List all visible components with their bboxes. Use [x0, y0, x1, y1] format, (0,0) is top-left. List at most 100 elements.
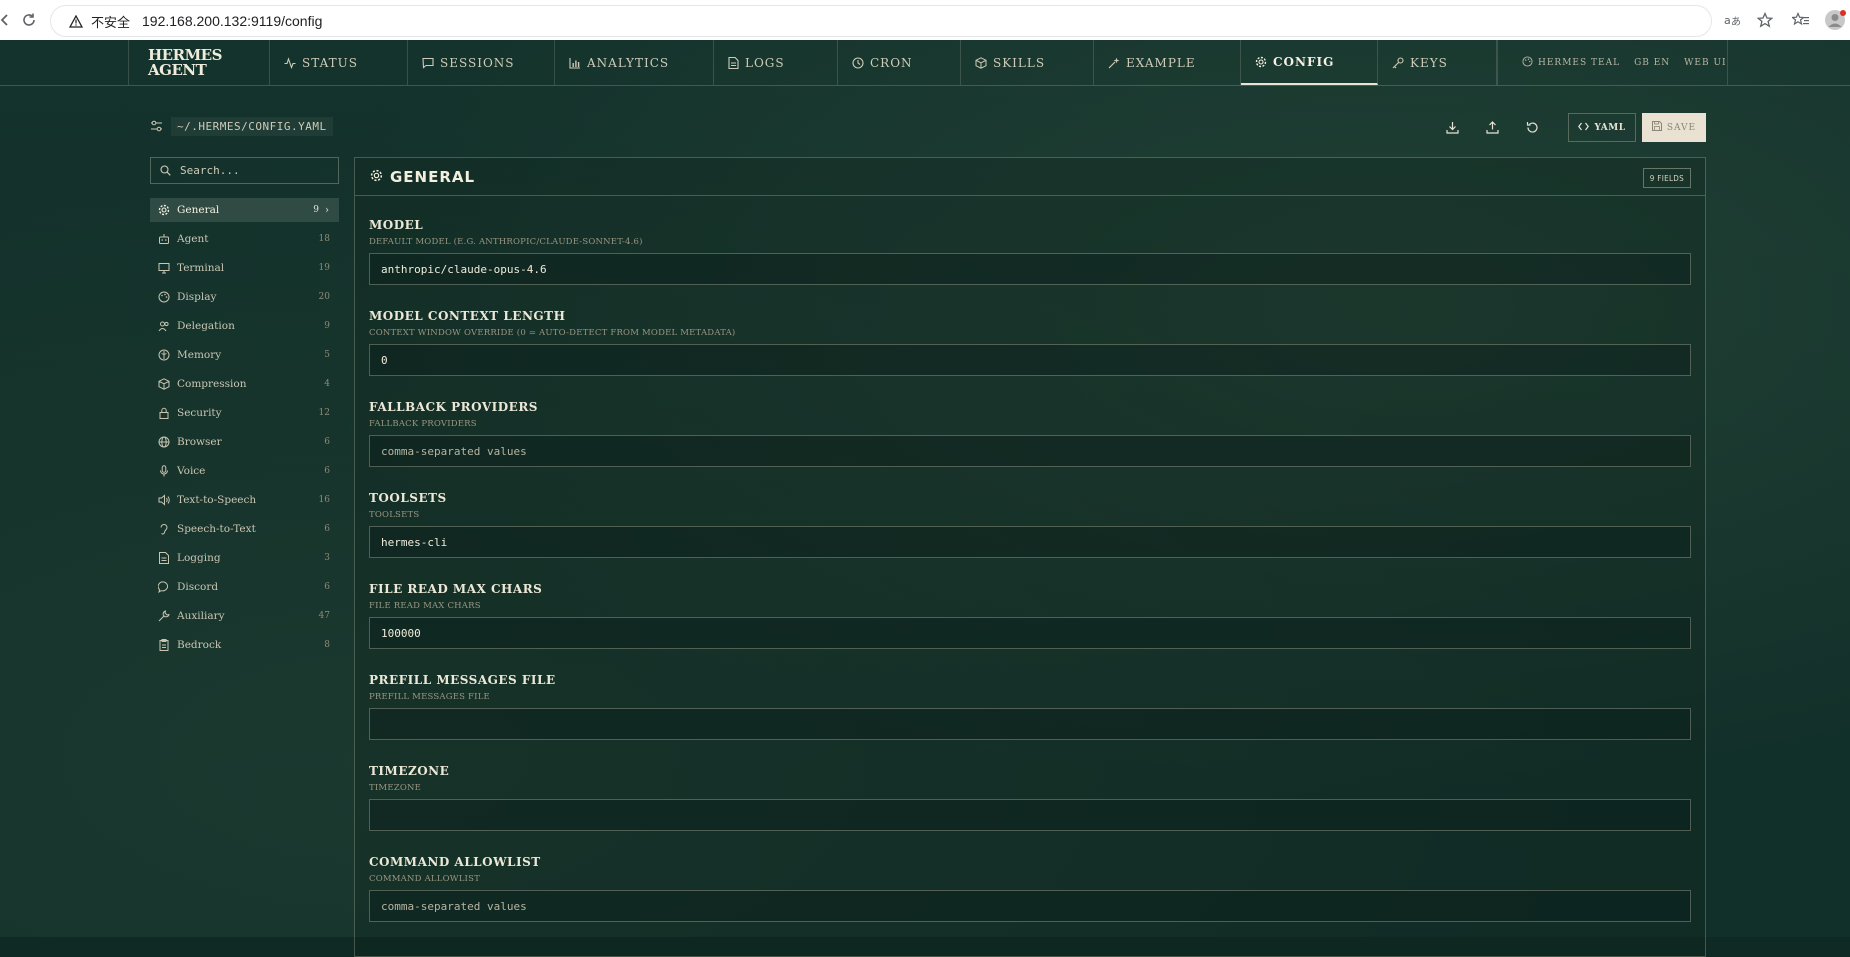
sidebar-item-count: 16 [318, 495, 330, 505]
field-input[interactable]: comma-separated values [369, 890, 1691, 922]
sliders-icon [150, 117, 163, 136]
field-title: FILE READ MAX CHARS [369, 582, 543, 596]
field-input[interactable]: anthropic/claude-opus-4.6 [369, 253, 1691, 285]
mic-icon [158, 465, 170, 477]
address-bar[interactable]: 不安全 192.168.200.132:9119/config [50, 5, 1712, 37]
key-icon [1392, 56, 1404, 69]
sidebar-item-label: Compression [177, 378, 247, 390]
field-input[interactable]: hermes-cli [369, 526, 1691, 558]
brand-logo[interactable]: HERMES AGENT [128, 40, 270, 85]
yaml-toggle-button[interactable]: YAML [1568, 113, 1636, 142]
sidebar-item-count: 9 [313, 205, 319, 215]
sidebar-item-discord[interactable]: Discord 6 [150, 575, 339, 599]
config-field-model-context-length: MODEL CONTEXT LENGTH CONTEXT WINDOW OVERR… [369, 309, 1691, 376]
message-icon [158, 581, 170, 593]
brand-line-2: AGENT [148, 60, 207, 79]
profile-avatar[interactable] [1824, 9, 1846, 31]
sidebar-item-compression[interactable]: Compression 4 [150, 372, 339, 396]
field-input[interactable]: 0 [369, 344, 1691, 376]
tab-keys[interactable]: KEYS [1378, 40, 1497, 85]
yaml-label: YAML [1594, 122, 1626, 133]
url-text[interactable]: 192.168.200.132:9119/config [142, 13, 322, 29]
field-input[interactable] [369, 708, 1691, 740]
sidebar-item-count: 19 [318, 263, 330, 273]
sidebar-item-display[interactable]: Display 20 [150, 285, 339, 309]
sidebar-item-browser[interactable]: Browser 6 [150, 430, 339, 454]
sidebar-item-count: 3 [324, 553, 330, 563]
config-path-row: ~/.HERMES/CONFIG.YAML [150, 117, 333, 136]
field-input[interactable]: comma-separated values [369, 435, 1691, 467]
language-switcher[interactable]: GB EN [1634, 58, 1670, 68]
search-box [150, 157, 339, 184]
tab-config[interactable]: CONFIG [1241, 40, 1378, 85]
reset-button[interactable] [1519, 115, 1545, 141]
tab-cron[interactable]: CRON [838, 40, 961, 85]
gear-icon [370, 167, 383, 186]
sidebar-item-label: Logging [177, 552, 221, 564]
field-description: COMMAND ALLOWLIST [369, 874, 480, 884]
sidebar-item-security[interactable]: Security 12 [150, 401, 339, 425]
sidebar-item-label: Bedrock [177, 639, 222, 651]
sidebar-item-count: 9 [324, 321, 330, 331]
download-button[interactable] [1439, 115, 1465, 141]
chevron-right-icon: › [325, 204, 329, 216]
bookmark-star-icon[interactable] [1754, 9, 1776, 31]
globe-icon [158, 436, 170, 448]
svg-text:あ: あ [1731, 16, 1741, 27]
sidebar-item-speech-to-text[interactable]: Speech-to-Text 6 [150, 517, 339, 541]
search-input[interactable] [178, 163, 332, 178]
config-field-command-allowlist: COMMAND ALLOWLIST COMMAND ALLOWLIST comma-… [369, 855, 1691, 922]
save-icon [1651, 121, 1662, 134]
field-input[interactable]: 100000 [369, 617, 1691, 649]
tab-cron-label: CRON [870, 55, 913, 70]
tab-analytics[interactable]: ANALYTICS [555, 40, 714, 85]
field-description: FALLBACK PROVIDERS [369, 419, 477, 429]
field-input[interactable] [369, 799, 1691, 831]
sidebar-item-general[interactable]: General 9 › [150, 198, 339, 222]
tab-sessions[interactable]: SESSIONS [408, 40, 555, 85]
sidebar-item-voice[interactable]: Voice 6 [150, 459, 339, 483]
field-title: TIMEZONE [369, 764, 450, 778]
favorites-icon[interactable] [1790, 9, 1812, 31]
sidebar-item-count: 6 [324, 524, 330, 534]
package-icon [158, 378, 170, 390]
field-description: DEFAULT MODEL (E.G. ANTHROPIC/CLAUDE-SON… [369, 237, 643, 247]
upload-button[interactable] [1479, 115, 1505, 141]
sidebar-item-agent[interactable]: Agent 18 [150, 227, 339, 251]
tab-example[interactable]: EXAMPLE [1094, 40, 1241, 85]
tab-skills-label: SKILLS [993, 55, 1046, 70]
sidebar-item-terminal[interactable]: Terminal 19 [150, 256, 339, 280]
app-root: HERMES AGENT STATUS SESSIONS ANALYTICS L… [0, 40, 1850, 957]
tab-logs[interactable]: LOGS [714, 40, 838, 85]
sidebar-item-label: Text-to-Speech [177, 494, 257, 506]
sidebar-item-count: 5 [324, 350, 330, 360]
theme-switcher[interactable]: HERMES TEAL [1522, 55, 1620, 70]
sidebar-item-auxiliary[interactable]: Auxiliary 47 [150, 604, 339, 628]
speaker-icon [158, 494, 170, 506]
chat-icon [422, 57, 434, 69]
tab-logs-label: LOGS [745, 55, 785, 70]
tab-status[interactable]: STATUS [270, 40, 408, 85]
sidebar-item-bedrock[interactable]: Bedrock 8 [150, 633, 339, 657]
config-field-fallback-providers: FALLBACK PROVIDERS FALLBACK PROVIDERS comm… [369, 400, 1691, 467]
clock-icon [852, 56, 864, 69]
warning-icon[interactable] [69, 14, 83, 28]
back-icon[interactable] [0, 9, 16, 31]
save-button[interactable]: SAVE [1642, 113, 1706, 142]
sidebar-item-label: Discord [177, 581, 219, 593]
reload-icon[interactable] [18, 9, 40, 31]
sidebar-item-count: 18 [318, 234, 330, 244]
clipboard-icon [158, 639, 170, 651]
sidebar-item-delegation[interactable]: Delegation 9 [150, 314, 339, 338]
translate-icon[interactable]: aあ [1722, 9, 1744, 31]
sidebar-item-memory[interactable]: Memory 5 [150, 343, 339, 367]
sidebar-item-label: Display [177, 291, 217, 303]
sidebar-item-count: 4 [324, 379, 330, 389]
sidebar-item-logging[interactable]: Logging 3 [150, 546, 339, 570]
panel-header: GENERAL 9 FIELDS [355, 158, 1705, 196]
palette-icon [158, 291, 170, 303]
browser-toolbar: 不安全 192.168.200.132:9119/config aあ [0, 0, 1850, 41]
sidebar-item-text-to-speech[interactable]: Text-to-Speech 16 [150, 488, 339, 512]
tab-skills[interactable]: SKILLS [961, 40, 1094, 85]
field-description: FILE READ MAX CHARS [369, 601, 481, 611]
